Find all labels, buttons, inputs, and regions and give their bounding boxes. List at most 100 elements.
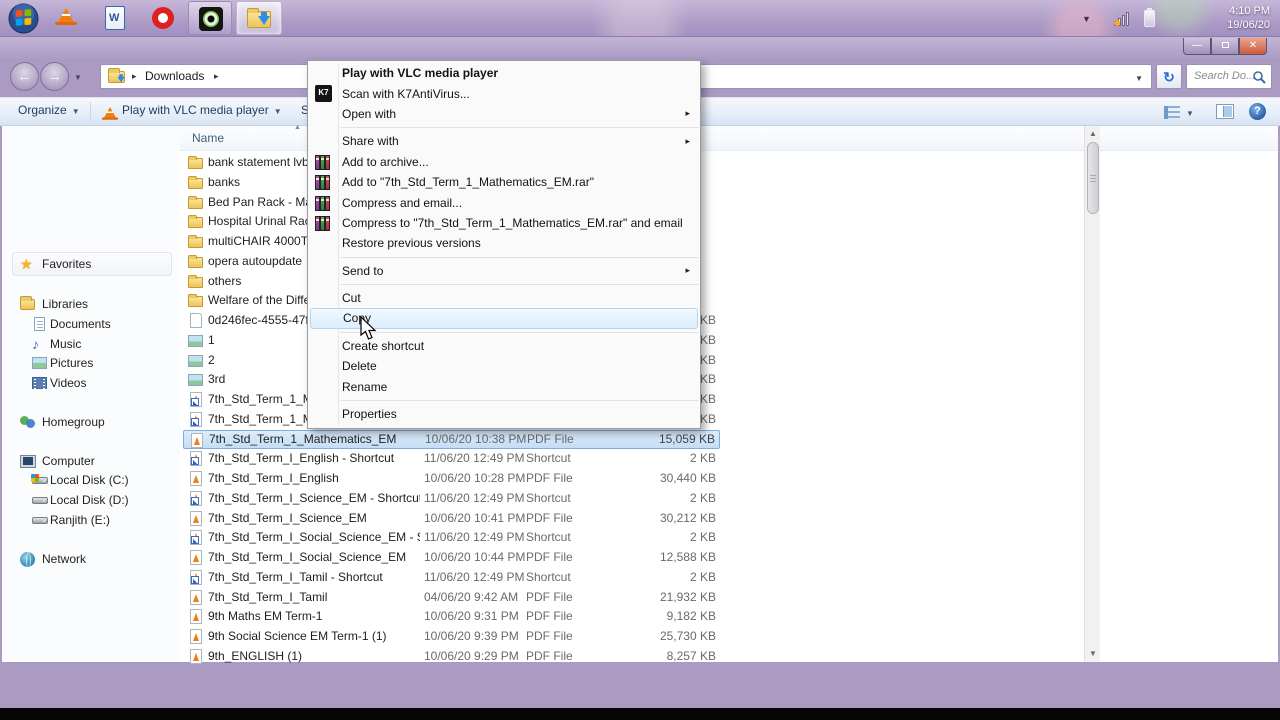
scroll-up-icon[interactable]: ▲	[1085, 126, 1101, 142]
menu-item-compress-email[interactable]: Compress and email...	[308, 192, 700, 212]
table-row[interactable]: 7th_Std_Term_I_Social_Science_EM 10/06/20…	[183, 548, 720, 568]
word-taskbar-icon[interactable]	[105, 6, 125, 30]
image-icon	[188, 333, 204, 349]
network-signal-icon[interactable]	[1114, 12, 1132, 26]
submenu-arrow-icon: ▸	[685, 265, 690, 276]
computer-icon	[20, 453, 36, 469]
sidebar-item-network[interactable]: Network	[2, 549, 180, 569]
opera-taskbar-icon[interactable]	[152, 7, 174, 29]
menu-separator	[340, 399, 699, 401]
winrar-icon	[315, 175, 332, 191]
minimize-button[interactable]: —	[1183, 38, 1211, 55]
clock-date: 19/06/20	[1227, 19, 1270, 31]
search-placeholder: Search Do...	[1194, 70, 1256, 82]
menu-item-restore-previous[interactable]: Restore previous versions	[308, 233, 700, 253]
pictures-icon	[32, 355, 48, 371]
sidebar-item-computer[interactable]: Computer	[2, 451, 180, 471]
menu-separator	[340, 331, 699, 333]
forward-button[interactable]: →	[40, 62, 69, 91]
menu-item-properties[interactable]: Properties	[308, 404, 700, 424]
menu-item-open-with[interactable]: Open with ▸	[308, 104, 700, 124]
preview-pane-icon[interactable]	[1216, 104, 1234, 119]
table-row[interactable]: 7th_Std_Term_I_Tamil 04/06/20 9:42 AM PDF …	[183, 588, 720, 608]
folder-icon	[188, 155, 204, 171]
close-button[interactable]: ✕	[1239, 38, 1267, 55]
table-row[interactable]: 9th Social Science EM Term-1 (1) 10/06/20…	[183, 627, 720, 647]
table-row[interactable]: 7th_Std_Term_I_Science_EM 10/06/20 10:41 …	[183, 509, 720, 529]
column-header-name[interactable]: Name	[192, 131, 224, 145]
caret-down-icon[interactable]: ▼	[1186, 109, 1194, 118]
scroll-down-icon[interactable]: ▼	[1085, 646, 1101, 662]
refresh-button[interactable]: ↻	[1156, 64, 1182, 89]
table-row[interactable]: 9th_ENGLISH (1) 10/06/20 9:29 PM PDF File 8…	[183, 647, 720, 667]
menu-item-play-with-vlc[interactable]: Play with VLC media player	[308, 63, 700, 83]
address-dropdown-icon[interactable]: ▼	[1135, 74, 1143, 83]
search-input[interactable]: Search Do...	[1186, 64, 1272, 89]
battery-icon[interactable]	[1144, 8, 1155, 27]
play-with-vlc-button[interactable]: Play with VLC media player ▼	[122, 103, 282, 117]
menu-item-send-to[interactable]: Send to ▸	[308, 261, 700, 281]
table-row[interactable]: 7th_Std_Term_I_English - Shortcut 11/06/2…	[183, 449, 720, 469]
shortcut-icon	[188, 530, 204, 546]
table-row[interactable]: 7th_Std_Term_I_Tamil - Shortcut 11/06/20 …	[183, 568, 720, 588]
table-row[interactable]: 7th_Std_Term_I_English 10/06/20 10:28 PM P…	[183, 469, 720, 489]
restore-button[interactable]	[1211, 38, 1239, 55]
screen: ▼ 4:10 PM 19/06/20 — ✕ ← → ▼ ▸ Down	[0, 0, 1280, 720]
history-dropdown-icon[interactable]: ▼	[74, 73, 82, 82]
menu-separator	[340, 127, 699, 129]
sidebar-item-pictures[interactable]: Pictures	[2, 353, 180, 373]
sidebar-item-favorites[interactable]: ★ Favorites	[2, 254, 180, 274]
drive-icon	[32, 512, 48, 528]
change-view-icon[interactable]	[1164, 106, 1180, 119]
start-button[interactable]	[8, 3, 39, 34]
menu-item-add-to-rar[interactable]: Add to "7th_Std_Term_1_Mathematics_EM.ra…	[308, 172, 700, 192]
help-icon[interactable]: ?	[1249, 103, 1266, 120]
menu-item-add-to-archive[interactable]: Add to archive...	[308, 152, 700, 172]
sidebar-item-music[interactable]: ♪ Music	[2, 334, 180, 354]
sidebar-item-documents[interactable]: Documents	[2, 314, 180, 334]
folder-icon	[188, 254, 204, 270]
winrar-icon	[315, 154, 332, 170]
sidebar-item-libraries[interactable]: Libraries	[2, 294, 180, 314]
sidebar-item-ranjith-e[interactable]: Ranjith (E:)	[2, 510, 180, 530]
network-icon	[20, 551, 36, 569]
folder-icon	[188, 234, 204, 250]
sort-ascending-icon: ▲	[294, 124, 301, 131]
menu-item-compress-to-rar-email[interactable]: Compress to "7th_Std_Term_1_Mathematics_…	[308, 213, 700, 233]
menu-item-delete[interactable]: Delete	[308, 356, 700, 376]
sidebar-item-videos[interactable]: Videos	[2, 373, 180, 393]
back-button[interactable]: ←	[10, 62, 39, 91]
clock[interactable]: 4:10 PM 19/06/20	[1227, 4, 1270, 32]
menu-item-rename[interactable]: Rename	[308, 376, 700, 396]
breadcrumb-downloads[interactable]: Downloads	[145, 69, 204, 83]
organize-button[interactable]: Organize ▼	[18, 103, 80, 117]
table-row[interactable]: 7th_Std_Term_I_Science_EM - Shortcut 11/0…	[183, 489, 720, 509]
sidebar-item-local-disk-d[interactable]: Local Disk (D:)	[2, 490, 180, 510]
breadcrumb-separator-icon[interactable]: ▸	[214, 71, 219, 82]
image-icon	[188, 353, 204, 369]
system-tray: ▼	[1082, 6, 1192, 32]
table-row-selected[interactable]: 7th_Std_Term_1_Mathematics_EM 10/06/20 10…	[183, 429, 720, 450]
menu-item-share-with[interactable]: Share with ▸	[308, 131, 700, 151]
star-icon: ★	[20, 256, 33, 272]
menu-separator	[340, 283, 699, 285]
vertical-scrollbar[interactable]: ▲ ▼	[1084, 126, 1100, 662]
submenu-arrow-icon: ▸	[685, 135, 690, 146]
pdf-vlc-icon	[188, 510, 204, 527]
table-row[interactable]: 7th_Std_Term_I_Social_Science_EM - Sho..…	[183, 528, 720, 548]
explorer-taskbar-button[interactable]	[236, 1, 282, 35]
pdf-vlc-icon	[188, 609, 204, 625]
menu-item-scan-k7[interactable]: K7 Scan with K7AntiVirus...	[308, 83, 700, 103]
pdf-vlc-icon	[188, 550, 204, 566]
table-row[interactable]: 9th Maths EM Term-1 10/06/20 9:31 PM PDF F…	[183, 607, 720, 627]
menu-item-cut[interactable]: Cut	[308, 288, 700, 308]
k7-taskbar-button[interactable]	[188, 1, 232, 35]
tray-chevron-icon[interactable]: ▼	[1082, 14, 1091, 24]
sidebar-item-local-disk-c[interactable]: Local Disk (C:)	[2, 470, 180, 490]
scrollbar-thumb[interactable]	[1087, 142, 1099, 214]
submenu-arrow-icon: ▸	[685, 108, 690, 119]
vlc-taskbar-icon[interactable]	[55, 8, 77, 25]
sidebar-item-homegroup[interactable]: Homegroup	[2, 412, 180, 432]
restore-icon	[1221, 42, 1229, 48]
search-icon	[1253, 71, 1266, 84]
